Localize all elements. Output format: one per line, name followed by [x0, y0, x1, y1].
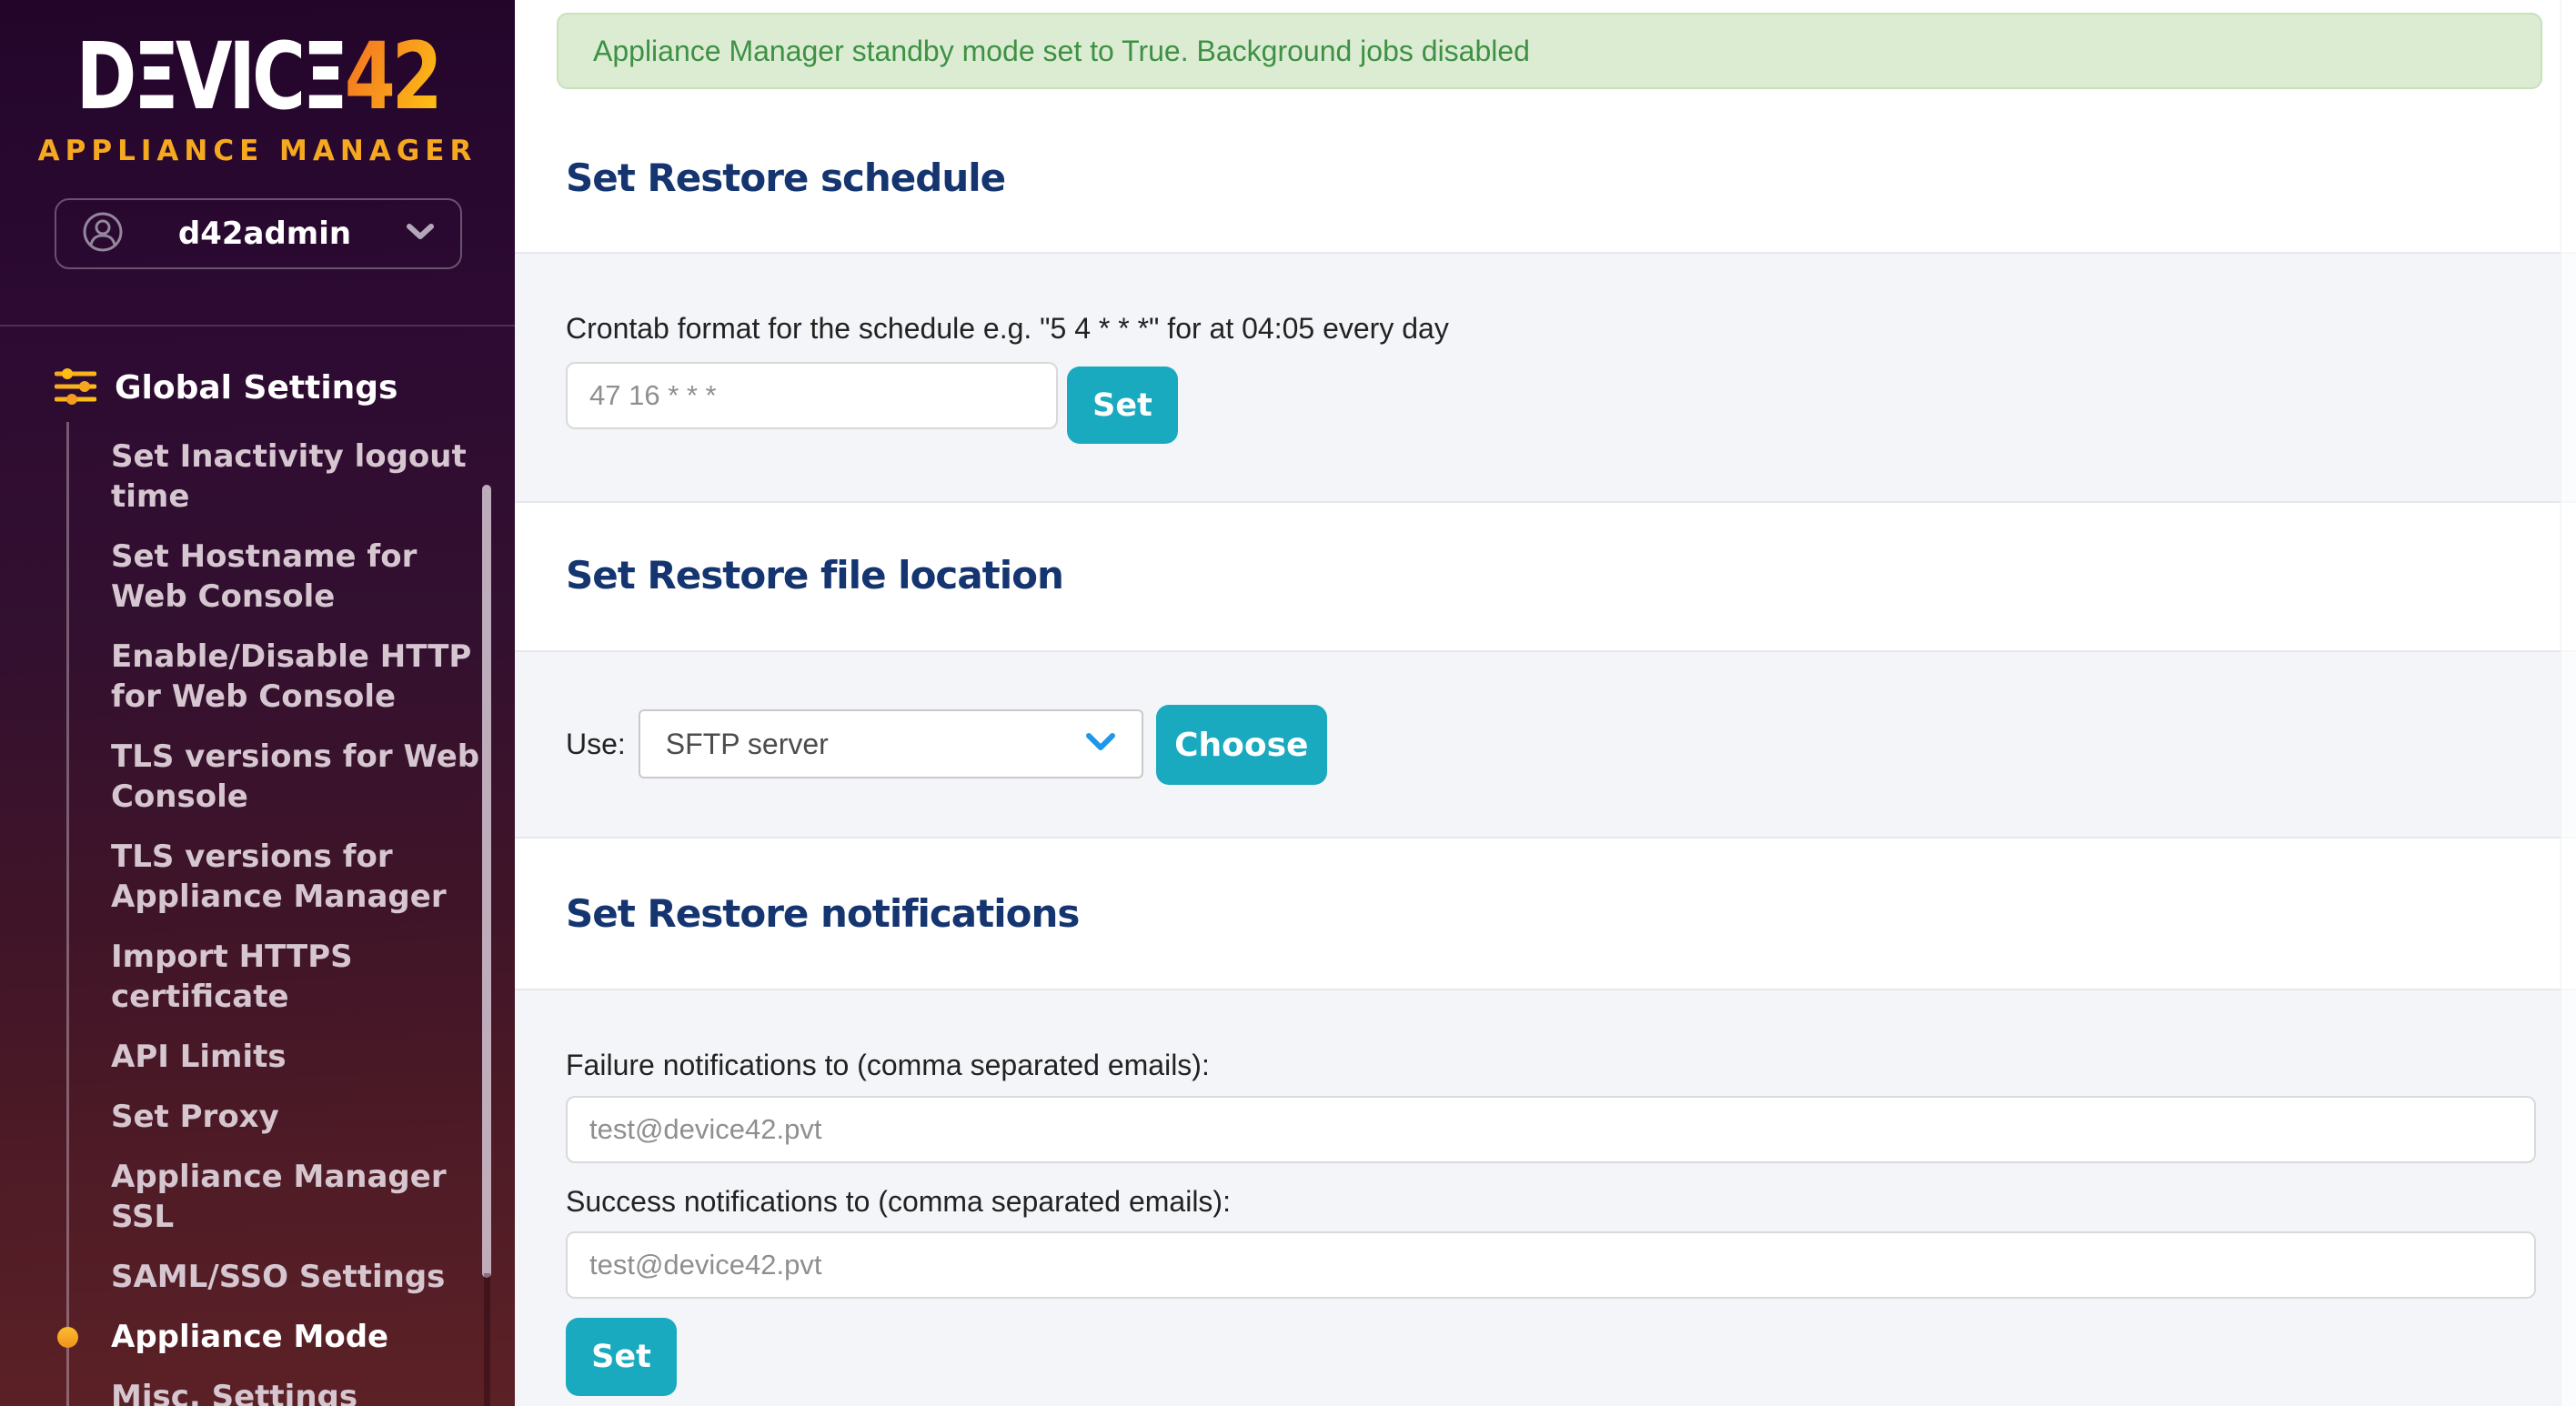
select-chevron-down-icon	[1085, 732, 1116, 757]
active-item-dot	[57, 1327, 78, 1348]
alert-text: Appliance Manager standby mode set to Tr…	[593, 35, 1530, 68]
logo-letter: D	[75, 23, 133, 131]
user-name: d42admin	[124, 216, 406, 252]
sidebar: DΞVICΞ42 APPLIANCE MANAGER d42admin	[0, 0, 515, 1406]
logo-letters: VIC	[176, 23, 302, 131]
page-scrollbar[interactable]	[2560, 0, 2576, 1406]
restore-notifications-section: Failure notifications to (comma separate…	[515, 989, 2576, 1406]
success-notifications-label: Success notifications to (comma separate…	[566, 1183, 2536, 1220]
sidebar-item-appliance-manager-ssl[interactable]: Appliance Manager SSL	[111, 1157, 497, 1237]
success-alert-banner: Appliance Manager standby mode set to Tr…	[557, 13, 2542, 89]
brand-logo: DΞVICΞ42 APPLIANCE MANAGER	[0, 31, 515, 167]
device42-logo: DΞVICΞ42	[41, 28, 473, 125]
nav-heading-global-settings[interactable]: Global Settings	[55, 367, 497, 409]
sidebar-nav-list: Set Inactivity logout time Set Hostname …	[66, 422, 497, 1406]
section-title-restore-schedule: Set Restore schedule	[566, 156, 2576, 200]
set-notifications-button[interactable]: Set	[566, 1318, 677, 1396]
file-location-select[interactable]: SFTP server	[639, 709, 1143, 778]
logo-42: 42	[345, 23, 439, 131]
sliders-icon	[55, 367, 96, 409]
sidebar-scrollbar-thumb[interactable]	[482, 485, 491, 1278]
appliance-manager-subtitle: APPLIANCE MANAGER	[0, 135, 515, 167]
sidebar-divider	[0, 325, 515, 326]
selected-option: SFTP server	[666, 728, 1085, 761]
sidebar-item-set-proxy[interactable]: Set Proxy	[111, 1097, 497, 1137]
sidebar-item-import-https-certificate[interactable]: Import HTTPS certificate	[111, 937, 497, 1017]
failure-notifications-input[interactable]	[566, 1096, 2536, 1163]
restore-schedule-section: Crontab format for the schedule e.g. "5 …	[515, 252, 2576, 503]
sidebar-item-misc-settings[interactable]: Misc. Settings	[111, 1377, 497, 1406]
crontab-hint-label: Crontab format for the schedule e.g. "5 …	[566, 310, 2576, 346]
nav-heading-label: Global Settings	[115, 368, 397, 408]
main-content: Appliance Manager standby mode set to Tr…	[515, 0, 2576, 1406]
user-menu[interactable]: d42admin	[55, 198, 462, 269]
sidebar-item-tls-versions-appliance-manager[interactable]: TLS versions for Appliance Manager	[111, 837, 497, 917]
logo-stylized-e: Ξ	[302, 23, 345, 131]
user-avatar-icon	[82, 211, 124, 256]
restore-file-location-section: Use: SFTP server Choose	[515, 650, 2576, 839]
success-notifications-input[interactable]	[566, 1231, 2536, 1299]
app-root: DΞVICΞ42 APPLIANCE MANAGER d42admin	[0, 0, 2576, 1406]
sidebar-item-set-hostname-for-web-console[interactable]: Set Hostname for Web Console	[111, 537, 497, 617]
crontab-input[interactable]	[566, 362, 1058, 429]
sidebar-item-enable-disable-http[interactable]: Enable/Disable HTTP for Web Console	[111, 637, 497, 717]
chevron-down-icon	[406, 223, 435, 245]
set-schedule-button[interactable]: Set	[1067, 367, 1178, 444]
sidebar-item-set-inactivity-logout-time[interactable]: Set Inactivity logout time	[111, 437, 497, 517]
sidebar-item-saml-sso-settings[interactable]: SAML/SSO Settings	[111, 1257, 497, 1297]
sidebar-scrollbar-track	[484, 1273, 490, 1406]
sidebar-item-label: Appliance Mode	[111, 1319, 388, 1355]
sidebar-item-tls-versions-web-console[interactable]: TLS versions for Web Console	[111, 737, 497, 817]
failure-notifications-label: Failure notifications to (comma separate…	[566, 1047, 2536, 1083]
section-title-restore-file-location: Set Restore file location	[566, 554, 2576, 598]
choose-button[interactable]: Choose	[1156, 705, 1327, 785]
use-label: Use:	[566, 709, 626, 778]
sidebar-item-api-limits[interactable]: API Limits	[111, 1037, 497, 1077]
logo-stylized-e: Ξ	[133, 23, 176, 131]
section-title-restore-notifications: Set Restore notifications	[566, 892, 2576, 936]
sidebar-item-appliance-mode[interactable]: Appliance Mode	[111, 1317, 497, 1357]
